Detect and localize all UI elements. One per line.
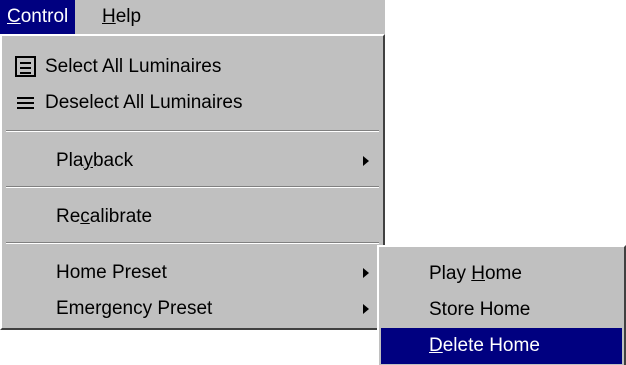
menu-help[interactable]: Help (95, 0, 148, 34)
menu-item-home-preset[interactable]: Home Preset (2, 255, 383, 291)
control-menu: Select All Luminaires Deselect All Lumin… (0, 34, 385, 330)
menu-control[interactable]: Control (0, 0, 76, 34)
menu-item-label: Emergency Preset (56, 298, 213, 319)
menu-item-label: Deselect All Luminaires (45, 92, 243, 113)
home-preset-submenu: Play Home Store Home Delete Home (377, 245, 626, 365)
menu-item-label: Home Preset (56, 262, 167, 283)
menu-item-label: Select All Luminaires (45, 56, 222, 77)
submenu-arrow-icon (363, 156, 369, 166)
menu-item-label: Recalibrate (56, 206, 153, 227)
deselect-all-icon (15, 93, 36, 113)
submenu-item-delete-home[interactable]: Delete Home (381, 328, 622, 364)
menu-separator (6, 186, 379, 188)
submenu-arrow-icon (363, 268, 369, 278)
submenu-arrow-icon (363, 304, 369, 314)
menu-item-deselect-all-luminaires[interactable]: Deselect All Luminaires (2, 85, 383, 121)
submenu-item-label: Delete Home (429, 335, 540, 356)
submenu-item-label: Play Home (429, 263, 522, 284)
menu-item-playback[interactable]: Playback (2, 143, 383, 179)
menu-item-select-all-luminaires[interactable]: Select All Luminaires (2, 49, 383, 85)
menu-item-emergency-preset[interactable]: Emergency Preset (2, 291, 383, 327)
menu-item-label: Playback (56, 150, 134, 171)
submenu-item-label: Store Home (429, 299, 531, 320)
select-all-icon (15, 56, 36, 77)
submenu-item-store-home[interactable]: Store Home (381, 292, 622, 328)
submenu-item-play-home[interactable]: Play Home (381, 256, 622, 292)
menu-item-recalibrate[interactable]: Recalibrate (2, 199, 383, 235)
menu-separator (6, 130, 379, 132)
menu-bar: Control Help (0, 0, 385, 34)
menu-separator (6, 242, 379, 244)
